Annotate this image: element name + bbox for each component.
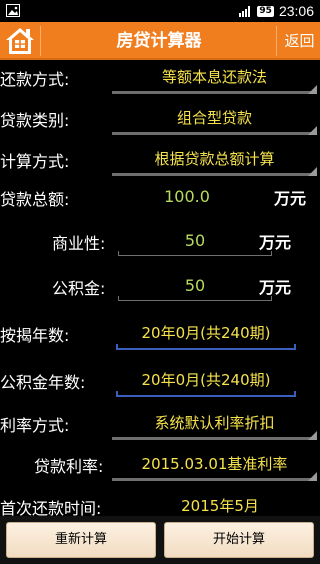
mortgage-years-select[interactable]: 20年0月(共240期)	[116, 318, 296, 350]
provident-label: 公积金:	[52, 279, 106, 298]
rate-method-select[interactable]: 系统默认利率折扣	[112, 408, 317, 440]
status-bar: 95 23:06	[0, 0, 320, 22]
total-loan-input[interactable]: 100.0	[112, 182, 262, 214]
mortgage-years-row: 按揭年数: 20年0月(共240期)	[0, 314, 320, 354]
commercial-input[interactable]: 50	[118, 226, 272, 258]
provident-value: 50	[184, 276, 206, 295]
select-tick	[116, 391, 118, 397]
loan-type-row: 贷款类别: 组合型贷款	[0, 99, 320, 139]
repay-method-row: 还款方式: 等额本息还款法	[0, 58, 320, 98]
provident-row: 公积金: 50 万元	[0, 267, 320, 307]
battery-icon: 95	[257, 5, 274, 17]
image-notification-icon	[6, 4, 20, 17]
header-divider	[40, 26, 41, 56]
select-underline	[116, 348, 296, 350]
provident-years-select[interactable]: 20年0月(共240期)	[116, 365, 296, 397]
input-underline	[118, 255, 272, 256]
home-icon[interactable]	[4, 25, 36, 57]
page-title: 房贷计算器	[116, 31, 202, 51]
loan-type-value: 组合型贷款	[176, 109, 252, 127]
provident-years-row: 公积金年数: 20年0月(共240期)	[0, 361, 320, 401]
select-underline	[112, 437, 317, 440]
reset-button[interactable]: 重新计算	[6, 522, 156, 558]
commercial-value: 50	[184, 231, 206, 250]
provident-years-value: 20年0月(共240期)	[141, 371, 271, 389]
loan-rate-select[interactable]: 2015.03.01基准利率	[112, 449, 317, 481]
bottom-action-bar: 重新计算 开始计算	[0, 516, 320, 564]
select-underline	[112, 478, 317, 481]
calc-method-select[interactable]: 根据贷款总额计算	[112, 144, 317, 176]
dropdown-corner-icon	[308, 472, 317, 481]
repay-method-value: 等额本息还款法	[161, 68, 267, 86]
clock: 23:06	[278, 3, 314, 19]
back-button[interactable]: 返回	[279, 22, 320, 60]
total-loan-label: 贷款总额:	[0, 190, 70, 209]
select-underline	[112, 132, 317, 135]
signal-icon	[239, 6, 251, 17]
commercial-label: 商业性:	[52, 234, 106, 253]
repay-method-select[interactable]: 等额本息还款法	[112, 62, 317, 94]
select-tick	[294, 391, 296, 397]
loan-rate-value: 2015.03.01基准利率	[141, 455, 288, 473]
loan-type-label: 贷款类别:	[0, 111, 70, 130]
mortgage-years-label: 按揭年数:	[0, 326, 70, 345]
repay-method-label: 还款方式:	[0, 70, 70, 89]
total-loan-value: 100.0	[164, 187, 210, 206]
calc-method-value: 根据贷款总额计算	[154, 150, 275, 168]
rate-method-row: 利率方式: 系统默认利率折扣	[0, 404, 320, 444]
loan-rate-row: 贷款利率: 2015.03.01基准利率	[0, 445, 320, 485]
select-tick	[116, 344, 118, 350]
dropdown-corner-icon	[308, 167, 317, 176]
loan-rate-label: 贷款利率:	[34, 457, 104, 476]
input-underline	[118, 300, 272, 301]
loan-type-select[interactable]: 组合型贷款	[112, 103, 317, 135]
dropdown-corner-icon	[308, 85, 317, 94]
total-loan-row: 贷款总额: 100.0 万元	[0, 178, 320, 218]
header-bar: 房贷计算器 返回	[0, 22, 320, 60]
rate-method-value: 系统默认利率折扣	[154, 414, 275, 432]
calc-method-row: 计算方式: 根据贷款总额计算	[0, 140, 320, 180]
select-underline	[112, 173, 317, 176]
input-tick	[118, 296, 119, 301]
rate-method-label: 利率方式:	[0, 416, 70, 435]
commercial-unit: 万元	[259, 233, 292, 252]
first-repay-value: 2015年5月	[181, 497, 259, 515]
provident-unit: 万元	[259, 278, 292, 297]
mortgage-years-value: 20年0月(共240期)	[141, 324, 271, 342]
select-underline	[112, 91, 317, 94]
dropdown-corner-icon	[308, 126, 317, 135]
select-underline	[116, 395, 296, 397]
start-calc-button[interactable]: 开始计算	[164, 522, 314, 558]
provident-input[interactable]: 50	[118, 271, 272, 303]
input-tick	[118, 251, 119, 256]
provident-years-label: 公积金年数:	[0, 373, 86, 392]
select-tick	[294, 344, 296, 350]
header-divider	[276, 26, 277, 56]
total-loan-unit: 万元	[274, 189, 307, 208]
calc-method-label: 计算方式:	[0, 152, 70, 171]
dropdown-corner-icon	[308, 431, 317, 440]
commercial-row: 商业性: 50 万元	[0, 222, 320, 262]
